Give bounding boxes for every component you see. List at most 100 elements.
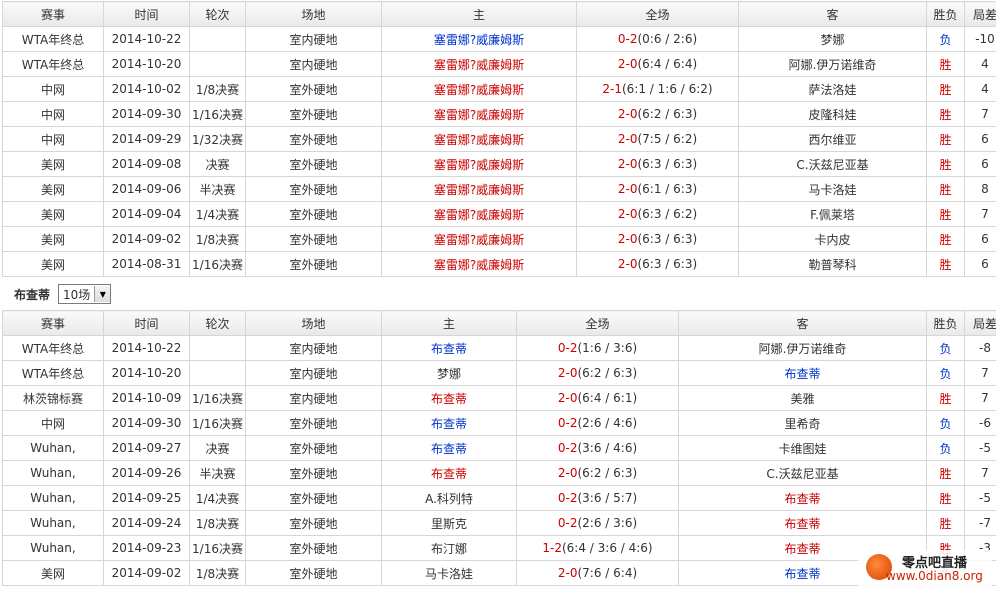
home-player-link[interactable]: 布查蒂	[381, 460, 517, 486]
away-player-link[interactable]: C.沃兹尼亚基	[678, 460, 927, 486]
time-cell: 2014-09-30	[103, 101, 190, 127]
home-player-link[interactable]: 塞雷娜?威廉姆斯	[381, 251, 577, 277]
home-player-link[interactable]: 塞雷娜?威廉姆斯	[381, 101, 577, 127]
away-player-link[interactable]: C.沃兹尼亚基	[738, 151, 927, 177]
round-cell: 1/8决赛	[189, 226, 246, 252]
away-player-link[interactable]: 里希奇	[678, 410, 927, 436]
col-away: 客	[678, 310, 927, 336]
time-cell: 2014-08-31	[103, 251, 190, 277]
home-player-link[interactable]: 塞雷娜?威廉姆斯	[381, 201, 577, 227]
table-row: Wuhan, 2014-09-23 1/16决赛 室外硬地 布汀娜 1-2(6:4 / 3…	[2, 535, 996, 561]
result-cell: 负	[926, 26, 965, 52]
home-player-link[interactable]: 里斯克	[381, 510, 517, 536]
chevron-down-icon[interactable]: ▼	[94, 286, 111, 302]
away-player-link[interactable]: 阿娜.伊万诺维奇	[738, 51, 927, 77]
score-cell: 2-0(7:5 / 6:2)	[576, 126, 739, 152]
event-cell: 林茨锦标赛	[2, 385, 104, 411]
match-count-select[interactable]: 10场 ▼	[58, 284, 112, 304]
set-score: 0-2	[557, 491, 578, 505]
away-player-link[interactable]: 布查蒂	[678, 485, 927, 511]
time-cell: 2014-10-20	[103, 51, 190, 77]
col-venue: 场地	[245, 1, 382, 27]
table-header-row: 赛事 时间 轮次 场地 主 全场 客 胜负 局差 总分	[2, 1, 996, 27]
round-cell: 1/8决赛	[189, 510, 246, 536]
diff-cell: 6	[964, 151, 996, 177]
set-score: 2-0	[557, 566, 578, 580]
score-cell: 2-0(6:4 / 6:1)	[516, 385, 679, 411]
match-table-1: 赛事 时间 轮次 场地 主 全场 客 胜负 局差 总分 WTA年终总2014-1…	[2, 1, 996, 277]
round-cell: 1/16决赛	[189, 385, 246, 411]
col-time: 时间	[103, 310, 190, 336]
game-score-detail: (6:1 / 1:6 / 6:2)	[621, 82, 713, 96]
event-cell: Wuhan,	[2, 510, 104, 536]
home-player-link[interactable]: 塞雷娜?威廉姆斯	[381, 126, 577, 152]
home-player-link[interactable]: 塞雷娜?威廉姆斯	[381, 51, 577, 77]
match-table-2: 赛事 时间 轮次 场地 主 全场 客 胜负 局差 总分 WTA年终总2014-1…	[2, 310, 996, 586]
time-cell: 2014-09-02	[103, 226, 190, 252]
home-player-link[interactable]: 塞雷娜?威廉姆斯	[381, 226, 577, 252]
away-player-link[interactable]: 马卡洛娃	[738, 176, 927, 202]
away-player-link[interactable]: 皮隆科娃	[738, 101, 927, 127]
set-score: 0-2	[557, 441, 578, 455]
col-round: 轮次	[189, 310, 246, 336]
time-cell: 2014-09-27	[103, 435, 190, 461]
result-cell: 负	[926, 335, 965, 361]
away-player-link[interactable]: 布查蒂	[678, 510, 927, 536]
away-player-link[interactable]: 勒普琴科	[738, 251, 927, 277]
diff-cell: 7	[964, 460, 996, 486]
away-player-link[interactable]: 阿娜.伊万诺维奇	[678, 335, 927, 361]
home-player-link[interactable]: 布汀娜	[381, 535, 517, 561]
time-cell: 2014-09-29	[103, 126, 190, 152]
away-player-link[interactable]: 美雅	[678, 385, 927, 411]
set-score: 0-2	[557, 341, 578, 355]
score-cell: 2-0(6:3 / 6:3)	[576, 226, 739, 252]
time-cell: 2014-09-06	[103, 176, 190, 202]
home-player-link[interactable]: 马卡洛娃	[381, 560, 517, 586]
home-player-link[interactable]: 塞雷娜?威廉姆斯	[381, 176, 577, 202]
table-row: WTA年终总 2014-10-20 室内硬地 梦娜 2-0(6:2 / 6:3) 布查蒂负…	[2, 360, 996, 386]
away-player-link[interactable]: 卡维图娃	[678, 435, 927, 461]
venue-cell: 室外硬地	[245, 151, 382, 177]
away-player-link[interactable]: 西尔维亚	[738, 126, 927, 152]
home-player-link[interactable]: 布查蒂	[381, 335, 517, 361]
result-cell: 胜	[926, 201, 965, 227]
set-score: 1-2	[542, 541, 562, 555]
set-score: 2-0	[617, 157, 638, 171]
table-row: 中网 2014-09-29 1/32决赛 室外硬地 塞雷娜?威廉姆斯 2-0(7:5 / …	[2, 126, 996, 152]
set-score: 0-2	[557, 516, 578, 530]
event-cell: 美网	[2, 151, 104, 177]
away-player-link[interactable]: 布查蒂	[678, 360, 927, 386]
set-score: 2-0	[557, 391, 578, 405]
away-player-link[interactable]: 萨法洛娃	[738, 76, 927, 102]
col-full: 全场	[516, 310, 679, 336]
away-player-link[interactable]: 梦娜	[738, 26, 927, 52]
diff-cell: -5	[964, 485, 996, 511]
game-score-detail: (2:6 / 3:6)	[577, 516, 638, 530]
venue-cell: 室外硬地	[245, 126, 382, 152]
round-cell: 半决赛	[189, 176, 246, 202]
col-away: 客	[738, 1, 927, 27]
event-cell: 美网	[2, 251, 104, 277]
home-player-link[interactable]: 塞雷娜?威廉姆斯	[381, 26, 577, 52]
score-cell: 2-0(6:3 / 6:3)	[576, 251, 739, 277]
away-player-link[interactable]: F.佩莱塔	[738, 201, 927, 227]
table-row: Wuhan, 2014-09-26 半决赛 室外硬地 布查蒂 2-0(6:2 / 6:3)…	[2, 460, 996, 486]
col-diff: 局差	[964, 1, 996, 27]
set-score: 2-0	[617, 232, 638, 246]
set-score: 0-2	[617, 32, 638, 46]
result-cell: 负	[926, 360, 965, 386]
home-player-link[interactable]: 塞雷娜?威廉姆斯	[381, 151, 577, 177]
home-player-link[interactable]: 梦娜	[381, 360, 517, 386]
home-player-link[interactable]: 塞雷娜?威廉姆斯	[381, 76, 577, 102]
venue-cell: 室外硬地	[245, 460, 382, 486]
away-player-link[interactable]: 卡内皮	[738, 226, 927, 252]
round-cell	[189, 51, 246, 77]
home-player-link[interactable]: 布查蒂	[381, 410, 517, 436]
home-player-link[interactable]: 布查蒂	[381, 435, 517, 461]
result-cell: 胜	[926, 176, 965, 202]
event-cell: 美网	[2, 560, 104, 586]
col-venue: 场地	[245, 310, 382, 336]
round-cell: 1/8决赛	[189, 560, 246, 586]
home-player-link[interactable]: 布查蒂	[381, 385, 517, 411]
home-player-link[interactable]: A.科列特	[381, 485, 517, 511]
